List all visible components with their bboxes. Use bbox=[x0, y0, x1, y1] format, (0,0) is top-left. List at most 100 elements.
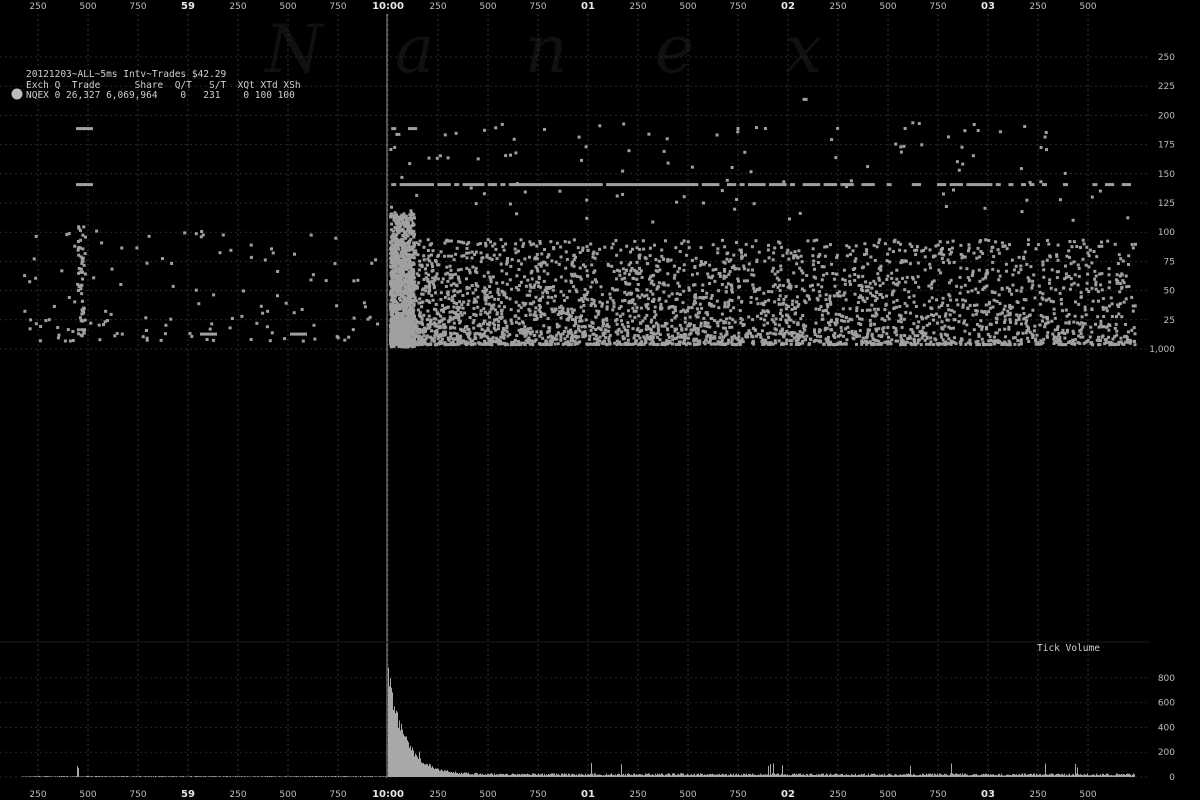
trade-point bbox=[621, 169, 625, 173]
trade-point bbox=[737, 296, 741, 300]
trade-point bbox=[630, 267, 634, 270]
trade-point bbox=[71, 339, 75, 342]
trade-point bbox=[827, 321, 830, 325]
trade-point bbox=[415, 193, 419, 197]
trade-point bbox=[1070, 342, 1074, 346]
trade-point bbox=[1121, 259, 1125, 263]
trade-point bbox=[565, 257, 569, 261]
trade-point bbox=[474, 288, 478, 292]
trade-point bbox=[553, 342, 557, 346]
trade-point bbox=[499, 339, 502, 343]
trade-point bbox=[1120, 342, 1124, 346]
trade-point bbox=[915, 314, 919, 318]
trade-point bbox=[1013, 342, 1017, 346]
trade-point bbox=[407, 304, 411, 308]
trade-point bbox=[914, 253, 918, 256]
trade-point bbox=[844, 298, 848, 302]
trade-point bbox=[1115, 273, 1119, 277]
trade-point bbox=[864, 248, 868, 252]
trade-point bbox=[1094, 274, 1098, 278]
trade-point bbox=[790, 183, 795, 187]
trade-point bbox=[816, 334, 819, 338]
trade-point bbox=[876, 272, 880, 276]
trade-point bbox=[961, 305, 965, 309]
trade-point bbox=[410, 269, 414, 273]
trade-point bbox=[1087, 265, 1091, 269]
trade-point bbox=[946, 258, 950, 262]
trade-point bbox=[820, 278, 824, 282]
trade-point bbox=[934, 312, 938, 316]
trade-point bbox=[738, 285, 742, 288]
trade-point bbox=[455, 306, 459, 310]
trade-point bbox=[412, 245, 416, 249]
trade-point bbox=[678, 293, 682, 296]
trade-point bbox=[1126, 330, 1130, 334]
trade-point bbox=[767, 243, 770, 247]
trade-point bbox=[431, 268, 435, 272]
trade-point bbox=[570, 263, 574, 267]
trade-point bbox=[825, 272, 829, 276]
trade-point bbox=[922, 303, 926, 307]
trade-point bbox=[490, 295, 494, 299]
trade-point bbox=[1003, 320, 1006, 324]
trade-point bbox=[1063, 183, 1068, 187]
trade-point bbox=[506, 334, 510, 338]
trade-point bbox=[514, 242, 518, 246]
trade-point bbox=[427, 273, 431, 277]
trade-point bbox=[672, 276, 676, 280]
trade-point bbox=[913, 334, 917, 338]
volume-bar bbox=[36, 776, 37, 777]
trade-point bbox=[1113, 326, 1117, 330]
trade-point bbox=[959, 252, 963, 256]
trade-point bbox=[942, 192, 945, 196]
trade-point bbox=[912, 322, 916, 326]
trade-point bbox=[873, 259, 877, 262]
trade-point bbox=[637, 254, 641, 258]
trade-point bbox=[615, 288, 619, 292]
trade-point bbox=[848, 274, 852, 278]
trade-point bbox=[752, 273, 756, 277]
trade-point bbox=[145, 329, 148, 332]
trade-point bbox=[1003, 327, 1007, 331]
trade-point bbox=[1067, 320, 1071, 324]
trade-point bbox=[961, 162, 965, 166]
trade-point bbox=[643, 336, 647, 340]
trade-point bbox=[737, 279, 740, 283]
trade-point bbox=[820, 317, 824, 321]
trade-point bbox=[200, 230, 204, 233]
trade-point bbox=[416, 253, 420, 257]
trade-point bbox=[976, 246, 980, 250]
trade-point bbox=[818, 328, 822, 332]
trade-point bbox=[760, 329, 764, 333]
trade-point bbox=[902, 317, 906, 321]
trade-point bbox=[913, 343, 917, 347]
trade-point bbox=[535, 252, 539, 256]
trade-point bbox=[828, 294, 832, 298]
trade-point bbox=[403, 285, 407, 289]
trade-point bbox=[474, 313, 478, 317]
trade-point bbox=[34, 234, 38, 238]
trade-point bbox=[868, 308, 872, 312]
trade-point bbox=[478, 332, 482, 336]
trade-point bbox=[489, 240, 492, 244]
trade-point bbox=[145, 336, 149, 340]
trade-point bbox=[1119, 336, 1123, 340]
trade-point bbox=[554, 278, 558, 282]
trade-point bbox=[960, 256, 964, 260]
trade-point bbox=[923, 268, 927, 272]
trade-point bbox=[779, 312, 782, 315]
trade-point bbox=[552, 299, 556, 303]
trade-point bbox=[452, 305, 456, 309]
trade-point bbox=[692, 338, 696, 342]
trade-point bbox=[528, 313, 532, 317]
trade-point bbox=[785, 313, 788, 317]
trade-point bbox=[540, 312, 544, 316]
trade-point bbox=[604, 342, 608, 346]
trade-point bbox=[519, 280, 523, 284]
trade-point bbox=[390, 259, 394, 263]
trade-point bbox=[633, 315, 637, 319]
trade-point bbox=[188, 331, 192, 335]
trade-point bbox=[901, 276, 904, 280]
trade-point bbox=[948, 313, 952, 317]
trade-point bbox=[401, 333, 405, 337]
